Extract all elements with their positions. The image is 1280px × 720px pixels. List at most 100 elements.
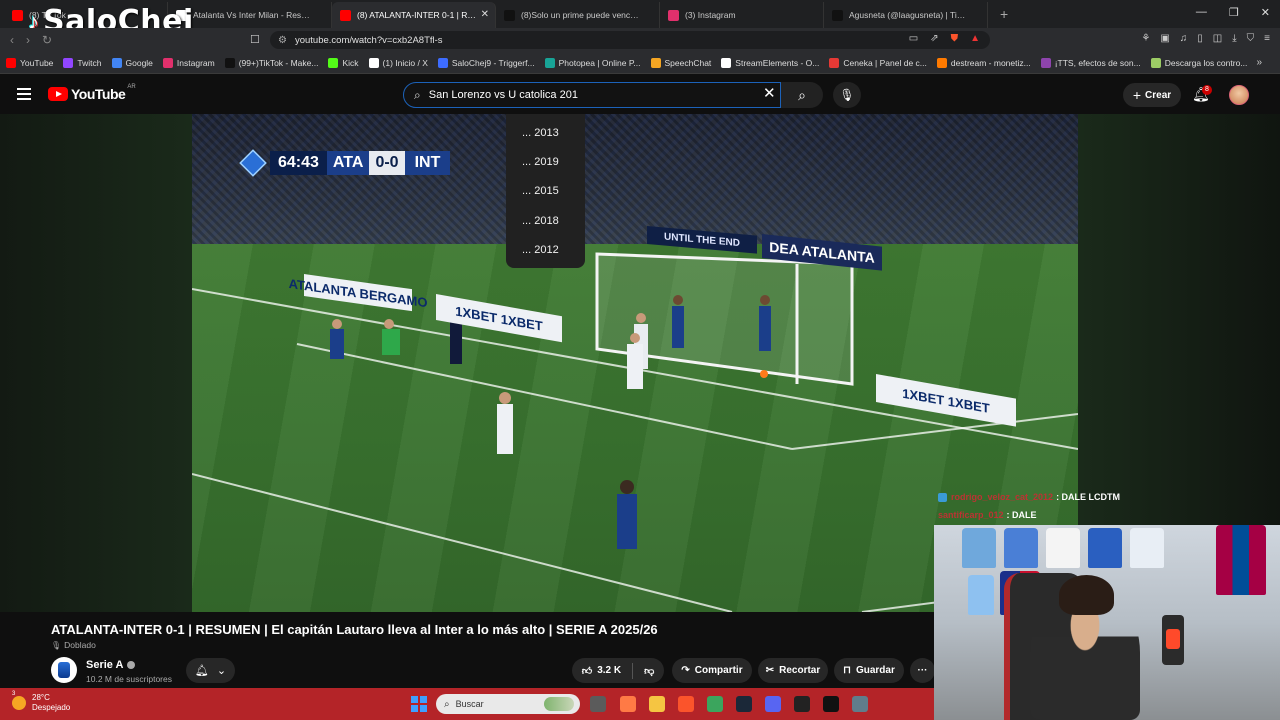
bookmark-favicon-icon: [368, 57, 379, 68]
close-window-icon[interactable]: ✕: [1261, 6, 1270, 19]
bookmark-item[interactable]: Descarga los contro...: [1150, 57, 1247, 68]
like-button[interactable]: 👍︎ 3.2 K: [582, 665, 621, 677]
vpn-icon[interactable]: ⛉: [1247, 33, 1255, 44]
subscribed-bell-button[interactable]: 🔔︎ ⌄: [186, 658, 235, 683]
url-field[interactable]: ⚙ youtube.com/watch?v=cxb2A8Tfl-s: [270, 31, 990, 49]
chat-text: : DALE LCDTM: [1056, 492, 1121, 502]
more-actions-button[interactable]: ···: [910, 658, 935, 683]
tab-title: (8)Solo un prime puede vencerme 🙂: [521, 9, 641, 20]
forward-icon[interactable]: ›: [26, 33, 30, 47]
search-button[interactable]: ⌕: [781, 82, 823, 108]
more-bookmarks-icon[interactable]: »: [1256, 57, 1262, 68]
obs-icon[interactable]: [794, 696, 810, 712]
back-icon[interactable]: ‹: [10, 33, 14, 47]
weather-badge: 3: [12, 691, 16, 697]
settings-icon[interactable]: [852, 696, 868, 712]
bookmark-item[interactable]: ¡TTS, efectos de son...: [1040, 57, 1141, 68]
search-button-icon: ⌕: [798, 86, 806, 103]
screenshot-icon[interactable]: ▣: [1160, 33, 1169, 44]
steam-icon[interactable]: [736, 696, 752, 712]
youtube-wordmark: YouTube: [71, 86, 126, 102]
tab-title: (3) Instagram: [685, 10, 736, 20]
hamburger-menu-icon[interactable]: [17, 88, 31, 100]
bookmark-item[interactable]: YouTube: [6, 57, 53, 68]
share-button[interactable]: ↷ Compartir: [672, 658, 752, 683]
voice-search-button[interactable]: 🎙︎: [833, 82, 861, 108]
bookmark-item[interactable]: destream - monetiz...: [936, 57, 1031, 68]
address-bar-row: ‹ › ↻ ☐ ⚙ youtube.com/watch?v=cxb2A8Tfl-…: [0, 28, 1280, 52]
brave-browser-icon[interactable]: [678, 696, 694, 712]
install-app-icon[interactable]: ▭: [909, 33, 918, 44]
serie-a-channel-logo-icon: [58, 662, 70, 678]
bell-icon: 🔔︎: [194, 665, 209, 677]
create-button[interactable]: + Crear: [1123, 83, 1181, 107]
browser-tab[interactable]: (8)Solo un prime puede vencerme 🙂: [496, 2, 660, 28]
clip-button[interactable]: ✂ Recortar: [758, 658, 828, 683]
search-highlight-image: [544, 697, 574, 711]
clear-search-icon[interactable]: ✕: [763, 86, 776, 102]
brave-shield-icon[interactable]: ⛊: [951, 33, 959, 44]
browser-tab[interactable]: (8) ATALANTA-INTER 0-1 | RESUMEN ✕: [332, 2, 496, 28]
sidebar-icon[interactable]: ▯: [1197, 33, 1203, 44]
bookmark-item[interactable]: Instagram: [162, 57, 215, 68]
weather-widget[interactable]: 28°C Despejado: [12, 693, 70, 713]
bookmark-item[interactable]: Ceneka | Panel de c...: [829, 57, 927, 68]
search-suggestion[interactable]: ... 2013: [506, 118, 585, 147]
youtube-logo[interactable]: YouTube AR: [48, 84, 136, 102]
search-suggestion[interactable]: ... 2019: [506, 147, 585, 176]
search-suggestion[interactable]: ... 2012: [506, 235, 585, 264]
site-info-icon[interactable]: ⚙: [278, 35, 287, 46]
whatsapp-icon[interactable]: [707, 696, 723, 712]
task-view-icon[interactable]: [590, 696, 606, 712]
bookmark-item[interactable]: Google: [111, 57, 153, 68]
dislike-button[interactable]: 👎︎: [644, 665, 654, 677]
scorebug: 64:43 ATA 0-0 INT: [239, 149, 451, 177]
bookmark-item[interactable]: StreamElements - O...: [721, 57, 819, 68]
bookmark-item[interactable]: Photopea | Online P...: [544, 57, 641, 68]
bookmark-page-icon[interactable]: ☐: [250, 33, 260, 46]
bookmark-item[interactable]: (1) Inicio / X: [368, 57, 428, 68]
create-label: Crear: [1145, 89, 1172, 101]
new-tab-button[interactable]: +: [1000, 6, 1008, 22]
taskbar-search[interactable]: ⌕ Buscar: [436, 694, 580, 714]
restore-icon[interactable]: ❐: [1229, 6, 1239, 19]
discord-icon[interactable]: [765, 696, 781, 712]
save-button[interactable]: ⊓ Guardar: [834, 658, 904, 683]
close-tab-icon[interactable]: ✕: [481, 9, 489, 20]
channel-avatar[interactable]: [51, 657, 77, 683]
windows-taskbar: 28°C Despejado 3 ⌕ Buscar: [0, 688, 934, 720]
download-icon[interactable]: ⤓: [1232, 33, 1236, 44]
file-explorer-icon[interactable]: [649, 696, 665, 712]
minimize-icon[interactable]: —: [1196, 6, 1207, 19]
search-suggestion[interactable]: ... 2015: [506, 177, 585, 206]
bookmark-favicon-icon: [111, 57, 122, 68]
account-avatar[interactable]: [1229, 85, 1249, 105]
streamlabs-icon[interactable]: [823, 696, 839, 712]
search-input[interactable]: [428, 89, 729, 101]
search-suggestion[interactable]: ... 2018: [506, 206, 585, 235]
channel-name-text: Serie A: [86, 659, 124, 671]
bookmark-item[interactable]: SaloChej9 - Triggerf...: [437, 57, 535, 68]
dubbed-label: 🎙︎ Doblado: [51, 640, 96, 650]
thumbs-up-icon: 👍︎: [581, 665, 593, 677]
reload-icon[interactable]: ↻: [42, 33, 52, 47]
bookmark-item[interactable]: Kick: [328, 57, 359, 68]
browser-tab[interactable]: (3) Instagram: [660, 2, 824, 28]
goalkeeper: [382, 319, 400, 355]
browser-tab[interactable]: Agusneta (@laagusneta) | TikTok: [824, 2, 988, 28]
penalty-line: [192, 473, 733, 612]
widgets-icon[interactable]: [620, 696, 636, 712]
media-icon[interactable]: ♫: [1180, 33, 1188, 44]
tab-favicon-icon: [12, 9, 23, 21]
bookmark-item[interactable]: (99+)TikTok - Make...: [224, 57, 318, 68]
wallet-icon[interactable]: ◫: [1213, 33, 1222, 44]
bookmark-item[interactable]: SpeechChat: [650, 57, 711, 68]
menu-icon[interactable]: ≡: [1264, 33, 1270, 44]
brave-rewards-icon[interactable]: ▲: [970, 33, 980, 44]
start-button[interactable]: [411, 696, 427, 712]
bookmark-item[interactable]: Twitch: [63, 57, 102, 68]
extensions-icon[interactable]: ⚘: [1141, 33, 1150, 44]
search-box[interactable]: ⌕: [403, 82, 781, 108]
channel-name[interactable]: Serie A: [86, 659, 135, 671]
share-page-icon[interactable]: ⇗: [930, 33, 938, 44]
